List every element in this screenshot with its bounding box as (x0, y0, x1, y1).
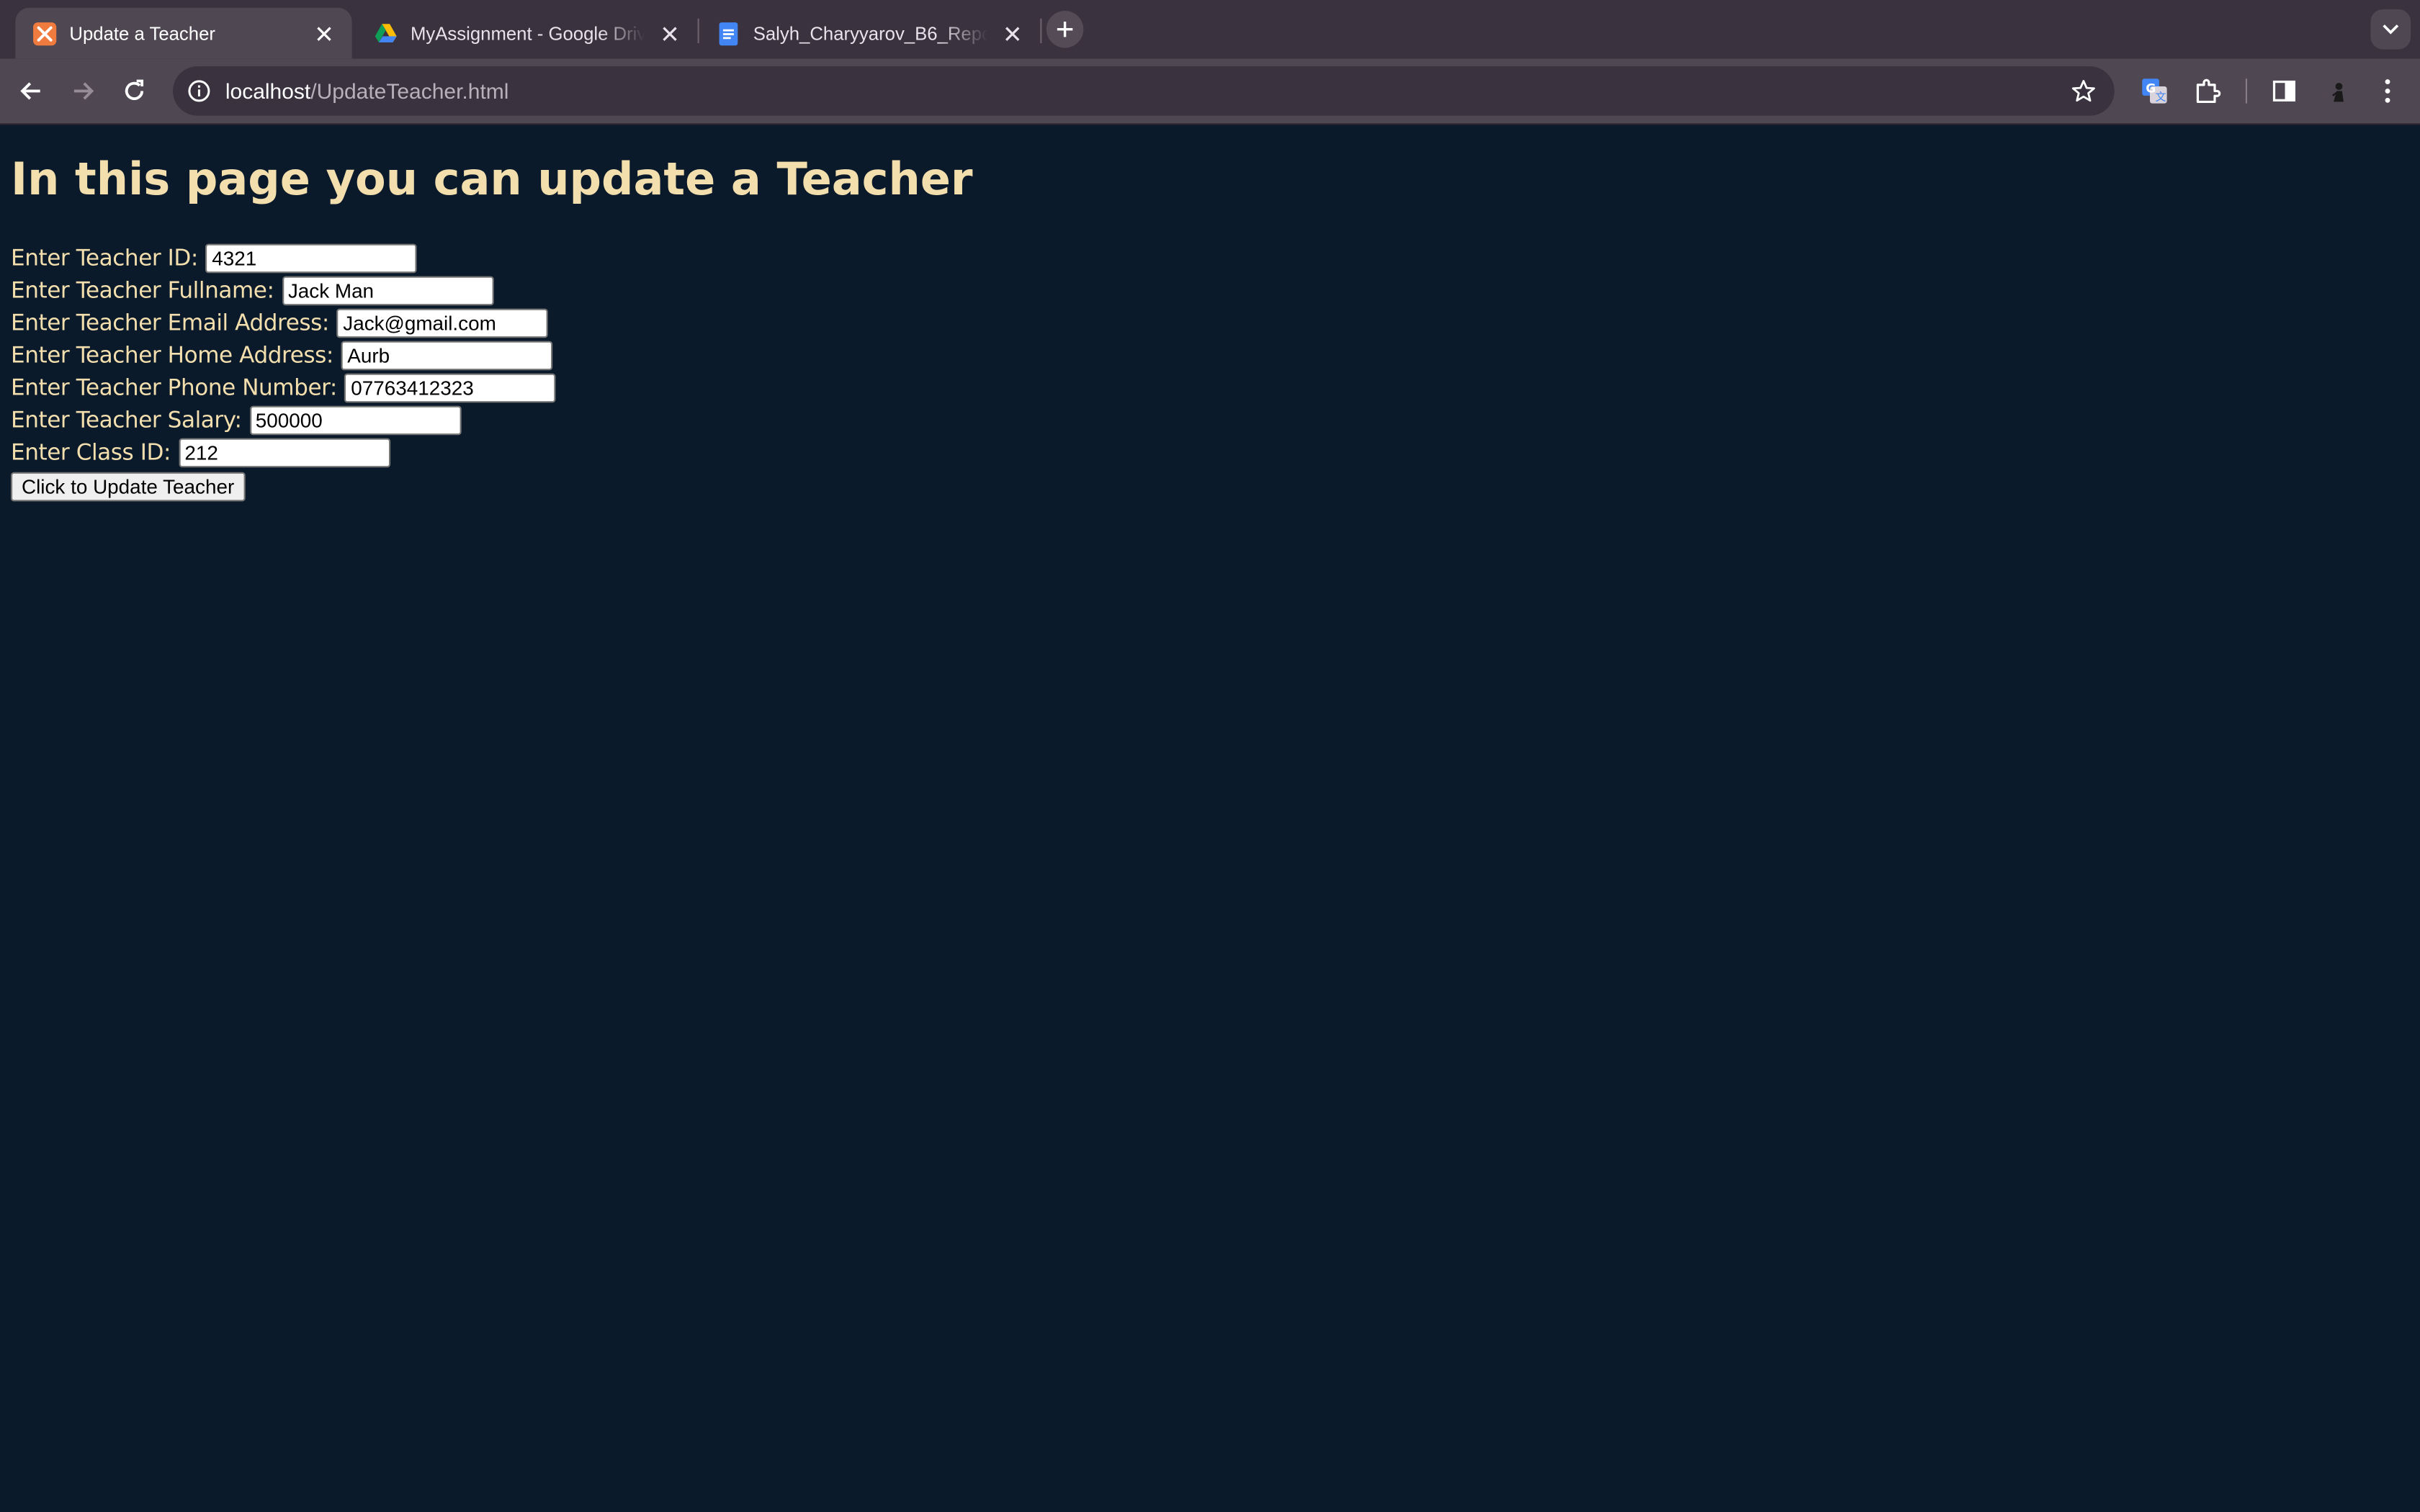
teacher-id-input[interactable] (205, 243, 418, 274)
tab-separator (1040, 18, 1042, 43)
forward-button[interactable] (62, 69, 105, 112)
google-translate-icon[interactable]: G文 (2138, 74, 2172, 108)
back-button[interactable] (9, 69, 53, 112)
tab-google-drive[interactable]: MyAssignment - Google Drive (357, 8, 698, 59)
url-text: localhost/UpdateTeacher.html (225, 78, 509, 103)
field-label: Enter Teacher Fullname: (11, 278, 274, 304)
site-info-icon[interactable] (185, 77, 213, 105)
side-panel-icon[interactable] (2267, 74, 2301, 108)
close-tab-icon[interactable] (1000, 21, 1025, 45)
toolbar-separator (2245, 78, 2247, 104)
field-teacher-id: Enter Teacher ID: (11, 242, 418, 274)
profile-avatar-icon[interactable] (2321, 74, 2355, 108)
toolbar: localhost/UpdateTeacher.html G文 (0, 58, 2420, 124)
teacher-fullname-input[interactable] (282, 276, 493, 306)
tab-title: Salyh_Charyyarov_B6_Report (753, 22, 988, 45)
field-label: Enter Teacher Salary: (11, 408, 242, 433)
field-teacher-phone: Enter Teacher Phone Number: (11, 372, 557, 404)
browser-window: Update a Teacher MyAssignment - Google D… (0, 0, 2420, 1512)
google-drive-icon (374, 21, 398, 45)
teacher-phone-input[interactable] (344, 373, 557, 403)
reload-button[interactable] (112, 69, 156, 112)
tab-search-button[interactable] (2370, 9, 2411, 50)
chevron-down-icon (2383, 24, 2399, 35)
field-teacher-salary: Enter Teacher Salary: (11, 404, 461, 436)
close-tab-icon[interactable] (658, 21, 682, 45)
tab-title: Update a Teacher (69, 22, 215, 45)
field-teacher-home-address: Enter Teacher Home Address: (11, 339, 553, 372)
field-label: Enter Class ID: (11, 440, 171, 466)
reload-icon (125, 79, 144, 100)
google-docs-icon (716, 21, 740, 45)
tab-update-teacher[interactable]: Update a Teacher (15, 7, 352, 59)
close-tab-icon[interactable] (312, 21, 336, 45)
page-title: In this page you can update a Teacher (11, 153, 973, 205)
page-content: In this page you can update a Teacher En… (0, 125, 2420, 1512)
teacher-salary-input[interactable] (249, 405, 461, 436)
arrow-left-icon (20, 82, 40, 100)
address-bar[interactable]: localhost/UpdateTeacher.html (173, 66, 2115, 116)
tab-title: MyAssignment - Google Drive (411, 22, 645, 45)
field-label: Enter Teacher Phone Number: (11, 375, 337, 401)
url-host: localhost (225, 78, 311, 104)
field-label: Enter Teacher Email Address: (11, 310, 329, 336)
field-teacher-email: Enter Teacher Email Address: (11, 307, 549, 339)
field-class-id: Enter Class ID: (11, 436, 390, 469)
tab-strip: Update a Teacher MyAssignment - Google D… (0, 0, 2420, 59)
svg-text:G: G (2146, 82, 2156, 96)
tab-google-docs-report[interactable]: Salyh_Charyyarov_B6_Report (699, 8, 1041, 59)
field-label: Enter Teacher Home Address: (11, 343, 333, 369)
url-path: /UpdateTeacher.html (310, 78, 509, 104)
svg-text:文: 文 (2156, 90, 2166, 103)
xampp-icon (32, 21, 57, 45)
field-label: Enter Teacher ID: (11, 246, 198, 271)
extensions-puzzle-icon[interactable] (2190, 74, 2224, 108)
plus-icon (1057, 21, 1073, 37)
arrow-right-icon (73, 82, 94, 100)
teacher-home-address-input[interactable] (341, 341, 553, 371)
field-teacher-fullname: Enter Teacher Fullname: (11, 274, 493, 307)
update-teacher-button[interactable]: Click to Update Teacher (11, 472, 246, 502)
bookmark-star-icon[interactable] (2068, 76, 2099, 107)
class-id-input[interactable] (178, 438, 390, 468)
new-tab-button[interactable] (1046, 11, 1084, 48)
menu-kebab-icon[interactable] (2370, 74, 2404, 108)
teacher-email-input[interactable] (336, 308, 549, 338)
